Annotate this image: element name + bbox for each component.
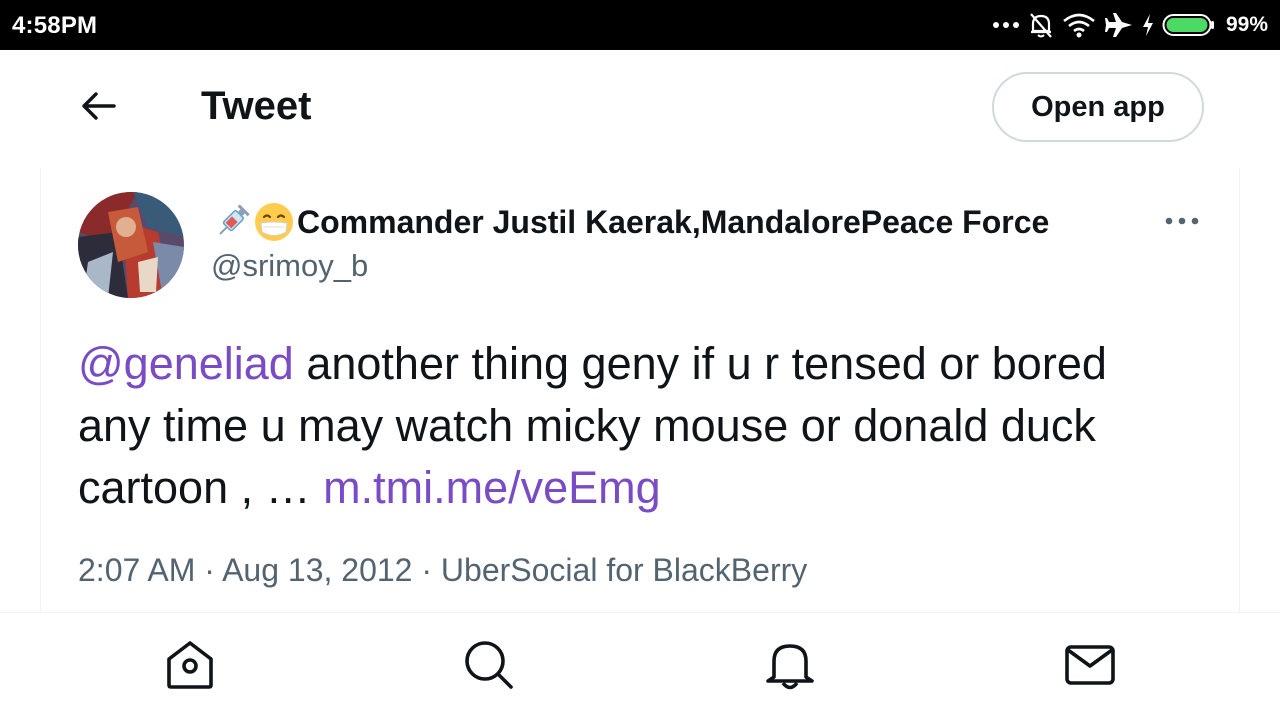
nav-search-button[interactable] [459, 637, 519, 697]
tweet-card: Commander Justil Kaerak,MandalorePeace F… [40, 168, 1240, 613]
wifi-icon [1062, 12, 1096, 38]
syringe-icon [211, 201, 253, 243]
status-time: 4:58PM [12, 12, 98, 39]
search-icon [461, 637, 517, 698]
more-options-button[interactable] [1159, 206, 1205, 236]
tweet-link[interactable]: m.tmi.me/veEmg [323, 462, 661, 513]
more-horizontal-icon [1165, 212, 1199, 230]
author-handle[interactable]: @srimoy_b [211, 248, 368, 284]
back-button[interactable] [74, 83, 124, 133]
notifications-off-icon [1028, 11, 1054, 39]
battery-icon [1162, 13, 1216, 37]
author-line[interactable]: Commander Justil Kaerak,MandalorePeace F… [211, 200, 1049, 244]
charging-icon [1142, 13, 1154, 37]
open-app-button[interactable]: Open app [992, 72, 1204, 142]
notifications-icon [762, 637, 818, 698]
nav-home-button[interactable] [160, 637, 220, 697]
nav-messages-button[interactable] [1060, 637, 1120, 697]
mention-link[interactable]: @geneliad [78, 338, 294, 389]
status-bar: 4:58PM 99% [0, 0, 1280, 50]
home-icon [162, 637, 218, 698]
tweet-meta[interactable]: 2:07 AM · Aug 13, 2012 · UberSocial for … [78, 552, 807, 589]
page-title: Tweet [201, 84, 312, 128]
battery-percent: 99% [1225, 13, 1268, 36]
face-with-mask-icon [253, 201, 295, 243]
more-dots-icon [992, 20, 1020, 30]
author-name: Commander Justil Kaerak,MandalorePeace F… [297, 203, 1050, 240]
avatar[interactable] [78, 192, 184, 298]
header: Tweet Open app [0, 50, 1280, 168]
messages-icon [1062, 637, 1118, 698]
arrow-left-icon [81, 91, 117, 126]
bottom-nav [0, 612, 1280, 720]
nav-notifications-button[interactable] [760, 637, 820, 697]
status-icons: 99% [992, 8, 1268, 42]
tweet-text: @geneliad another thing geny if u r tens… [78, 333, 1178, 519]
airplane-icon [1104, 11, 1134, 39]
